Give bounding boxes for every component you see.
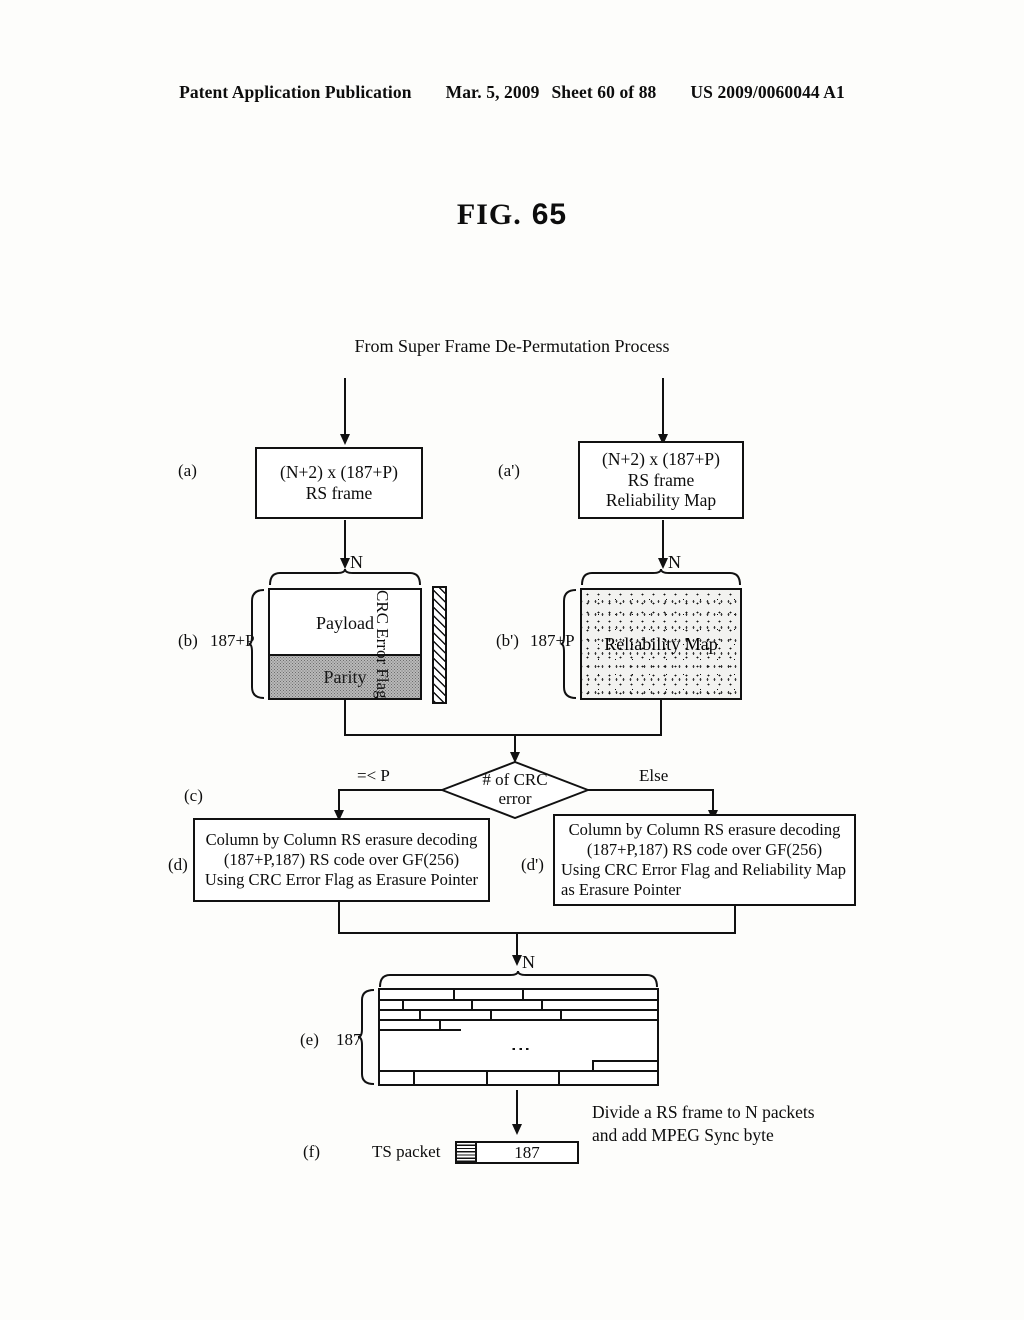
rs-frame-box: (N+2) x (187+P) RS frame <box>255 447 423 519</box>
divide-note-line-1: Divide a RS frame to N packets <box>592 1102 815 1122</box>
packet-divider-row-1 <box>380 999 657 1001</box>
branch-right-line <box>588 789 714 791</box>
packet-sep-d <box>471 999 473 1009</box>
rs-erasure-decoding-reliability-box: Column by Column RS erasure decoding (18… <box>553 814 856 906</box>
packet-sep-g <box>490 1009 492 1019</box>
decision-line-1: # of CRC <box>482 770 548 790</box>
b-merge-bus <box>344 734 662 736</box>
rs-frame-reliability-map-box: (N+2) x (187+P) RS frame Reliability Map <box>578 441 744 519</box>
packet-sep-e <box>541 999 543 1009</box>
rs-frame-rm-line-2: RS frame <box>627 469 695 490</box>
d-line-1: Column by Column RS erasure decoding <box>205 829 478 849</box>
source-process-label: From Super Frame De-Permutation Process <box>354 336 670 356</box>
rs-frame-line-2: RS frame <box>305 483 373 503</box>
step-label-b-prime: (b') <box>496 631 519 650</box>
b-left-brace <box>248 588 266 700</box>
figure-title: FIG. 65 <box>0 198 1024 232</box>
page-header: Patent Application Publication Mar. 5, 2… <box>0 82 1024 103</box>
divide-note: Divide a RS frame to N packets and add M… <box>592 1101 815 1147</box>
step-label-d: (d) <box>168 855 188 874</box>
rs-frame-rm-line-3: Reliability Map <box>605 490 717 511</box>
ts-packet-label: TS packet <box>372 1142 441 1161</box>
e-top-brace <box>378 970 659 988</box>
publication-date: Mar. 5, 2009 <box>445 82 540 102</box>
step-label-c: (c) <box>184 786 203 805</box>
e-left-brace <box>357 988 376 1086</box>
decision-text: # of CRC error <box>441 761 589 819</box>
ellipsis-glyph: ⋮ <box>509 1039 532 1061</box>
step-label-e: (e) <box>300 1030 319 1049</box>
dprime-output-line <box>734 906 736 934</box>
d-output-line <box>338 902 340 934</box>
packet-sep-f <box>419 1009 421 1019</box>
reliability-map-label: Reliability Map <box>604 633 718 654</box>
reliability-map-block: Reliability Map <box>580 588 742 700</box>
arrow-a-to-b-line <box>344 520 346 562</box>
dprime-line-3: Using CRC Error Flag and Reliability Map <box>561 860 847 879</box>
d-line-3: Using CRC Error Flag as Erasure Pointer <box>204 870 479 890</box>
rs-frame-line-1: (N+2) x (187+P) <box>280 462 398 483</box>
step-label-b: (b) <box>178 631 198 650</box>
dprime-line-2: (187+P,187) RS code over GF(256) <box>586 840 823 860</box>
arrow-source-to-aprime-line <box>662 378 664 436</box>
rs-frame-packet-grid: ⋮ <box>378 988 659 1086</box>
mpeg-sync-byte-cell <box>455 1141 477 1164</box>
arrow-aprime-to-bprime-line <box>662 520 664 562</box>
arrow-e-to-f-line <box>516 1090 518 1128</box>
step-label-d-prime: (d') <box>521 855 544 874</box>
ts-packet-size-label: 187 <box>514 1142 540 1162</box>
arrow-source-to-a-head <box>340 434 350 445</box>
bprime-left-brace <box>560 588 578 700</box>
figure-label: FIG. <box>456 198 522 231</box>
dprime-line-1: Column by Column RS erasure decoding <box>568 820 841 840</box>
arrow-source-to-a-line <box>344 378 346 436</box>
arrow-e-to-f-head <box>512 1124 522 1135</box>
figure-number: 65 <box>531 198 568 231</box>
dprime-line-4: as Erasure Pointer <box>561 879 682 899</box>
b-output-line <box>344 700 346 736</box>
d-merge-bus <box>338 932 736 934</box>
step-label-a: (a) <box>178 461 197 480</box>
packet-divider-row-2 <box>380 1009 657 1011</box>
rs-frame-rm-line-1: (N+2) x (187+P) <box>602 449 720 470</box>
step-label-a-prime: (a') <box>498 461 520 480</box>
bprime-top-brace <box>580 568 742 586</box>
merge-to-e-head <box>512 955 522 966</box>
b-top-brace <box>268 568 422 586</box>
step-label-f: (f) <box>303 1142 320 1161</box>
packet-sep-b <box>522 990 524 999</box>
vertical-ellipsis: ⋮ <box>380 1020 661 1080</box>
crc-error-flag-label: CRC Error Flag <box>373 590 392 699</box>
packet-sep-c <box>402 999 404 1009</box>
divide-note-line-2: and add MPEG Sync byte <box>592 1124 774 1145</box>
patent-document-number: US 2009/0060044 A1 <box>690 82 845 102</box>
branch-label-left: =< P <box>357 766 390 785</box>
crc-error-count-decision: # of CRC error <box>441 761 589 819</box>
ts-packet-payload-cell: 187 <box>477 1141 579 1164</box>
sheet-number: Sheet 60 of 88 <box>551 82 657 102</box>
d-line-2: (187+P,187) RS code over GF(256) <box>223 849 460 869</box>
bprime-output-line <box>660 700 662 736</box>
packet-sep-h <box>560 1009 562 1019</box>
branch-label-right: Else <box>639 766 669 785</box>
rs-erasure-decoding-box: Column by Column RS erasure decoding (18… <box>193 818 490 902</box>
branch-left-line <box>338 789 442 791</box>
packet-sep-a <box>453 990 455 999</box>
publication-label: Patent Application Publication <box>179 82 412 102</box>
decision-line-2: error <box>498 789 532 808</box>
